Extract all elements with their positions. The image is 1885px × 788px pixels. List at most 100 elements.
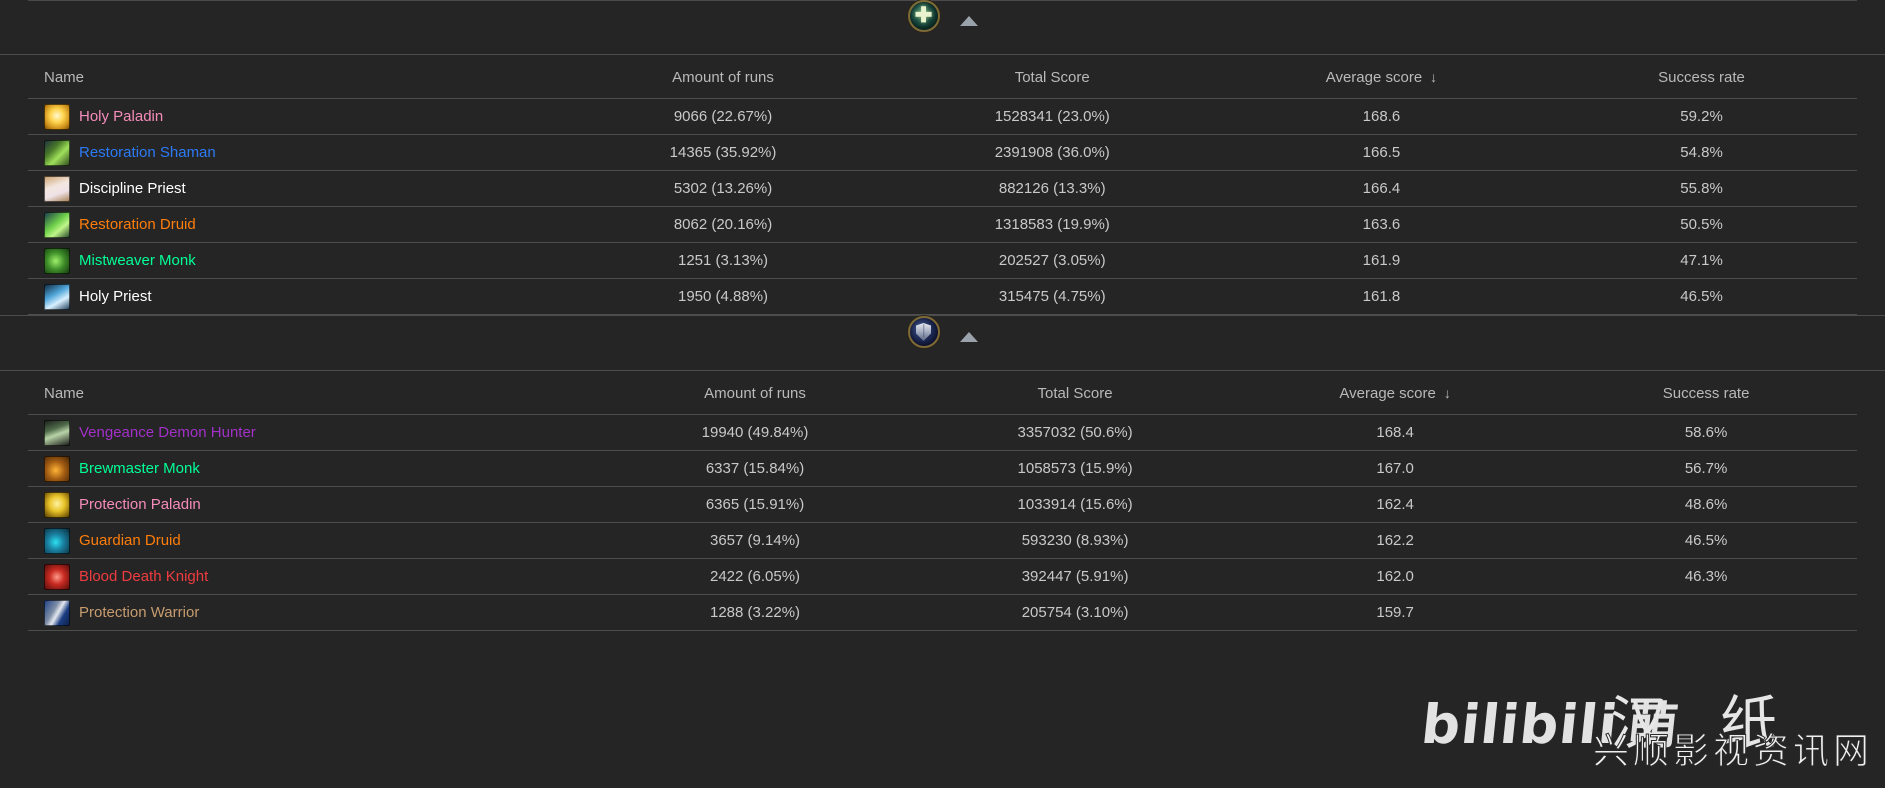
cell-amount-of-runs: 9066 (22.67%) [558, 98, 888, 135]
spec-icon-mistweaver-monk [44, 247, 70, 274]
column-header-amount-of-runs[interactable]: Amount of runs [594, 371, 916, 415]
spec-icon-blood-death-knight [44, 563, 70, 590]
cell-success-rate: 59.2% [1546, 98, 1857, 135]
table-row[interactable]: Protection Warrior 1288 (3.22%) 205754 (3.… [28, 594, 1857, 631]
column-header-name[interactable]: Name [28, 55, 559, 99]
spec-table-body-healer: Holy Paladin 9066 (22.67%) 1528341 (23.0%)… [28, 98, 1857, 315]
cell-amount-of-runs: 1950 (4.88%) [558, 278, 888, 315]
cell-success-rate: 50.5% [1546, 206, 1857, 243]
spec-name-link[interactable]: Holy Priest [79, 288, 152, 305]
spec-table-healer: Name Amount of runs Total Score Average … [28, 55, 1857, 315]
watermark-bilibili: bilibili萌 [1418, 686, 1685, 758]
spec-name-link[interactable]: Vengeance Demon Hunter [79, 424, 256, 441]
spec-name-link[interactable]: Protection Warrior [79, 604, 199, 621]
spec-name-link[interactable]: Restoration Druid [79, 216, 196, 233]
spec-name-link[interactable]: Blood Death Knight [79, 568, 208, 585]
cell-name: Holy Priest [28, 278, 559, 315]
column-header-total-score[interactable]: Total Score [915, 371, 1236, 415]
column-header-total-score[interactable]: Total Score [887, 55, 1217, 99]
spec-table-tank: Name Amount of runs Total Score Average … [28, 371, 1857, 631]
cell-name: Protection Paladin [28, 486, 595, 523]
spec-name-link[interactable]: Brewmaster Monk [79, 460, 200, 477]
watermark-bilibili-cn: 萌 [1624, 697, 1685, 755]
table-block-healer: Name Amount of runs Total Score Average … [0, 55, 1885, 315]
table-row[interactable]: Guardian Druid 3657 (9.14%) 593230 (8.93%)… [28, 522, 1857, 559]
cell-success-rate: 46.5% [1546, 278, 1857, 315]
spec-name-link[interactable]: Mistweaver Monk [79, 252, 196, 269]
role-section-tank: Name Amount of runs Total Score Average … [0, 315, 1885, 631]
table-row[interactable]: Vengeance Demon Hunter 19940 (49.84%) 3357… [28, 414, 1857, 451]
column-header-average-score[interactable]: Average score ↓ [1216, 55, 1547, 99]
cell-amount-of-runs: 6337 (15.84%) [594, 450, 916, 487]
table-row[interactable]: Restoration Druid 8062 (20.16%) 1318583 (1… [28, 206, 1857, 243]
cell-name: Discipline Priest [28, 170, 559, 207]
cell-success-rate: 55.8% [1546, 170, 1857, 207]
cell-average-score: 166.5 [1216, 134, 1547, 171]
cell-average-score: 162.0 [1235, 558, 1556, 595]
cell-average-score: 162.4 [1235, 486, 1556, 523]
cell-success-rate: 46.5% [1555, 522, 1857, 559]
spec-name-link[interactable]: Protection Paladin [79, 496, 201, 513]
cell-name: Brewmaster Monk [28, 450, 595, 487]
cell-total-score: 882126 (13.3%) [887, 170, 1217, 207]
cell-name: Restoration Shaman [28, 134, 559, 171]
cell-success-rate: 58.6% [1555, 414, 1857, 451]
collapse-caret-icon-tank[interactable] [959, 332, 978, 342]
table-header-row: Name Amount of runs Total Score Average … [28, 55, 1857, 99]
table-row[interactable]: Protection Paladin 6365 (15.91%) 1033914 (… [28, 486, 1857, 523]
table-row[interactable]: Mistweaver Monk 1251 (3.13%) 202527 (3.05%… [28, 242, 1857, 279]
column-header-success-rate[interactable]: Success rate [1546, 55, 1857, 99]
cell-name: Restoration Druid [28, 206, 559, 243]
cell-average-score: 159.7 [1235, 594, 1556, 631]
cell-average-score: 166.4 [1216, 170, 1547, 207]
column-header-name[interactable]: Name [28, 371, 595, 415]
column-header-average-score-label: Average score [1325, 69, 1423, 86]
column-header-success-rate[interactable]: Success rate [1555, 371, 1857, 415]
cell-amount-of-runs: 8062 (20.16%) [558, 206, 888, 243]
page-root: ✚ Name Amount of runs Total Score Averag… [0, 0, 1885, 788]
cell-average-score: 163.6 [1216, 206, 1547, 243]
table-row[interactable]: Discipline Priest 5302 (13.26%) 882126 (13… [28, 170, 1857, 207]
cell-amount-of-runs: 1251 (3.13%) [558, 242, 888, 279]
cell-success-rate: 46.3% [1555, 558, 1857, 595]
spec-icon-protection-warrior [44, 599, 70, 626]
table-row[interactable]: Brewmaster Monk 6337 (15.84%) 1058573 (15.… [28, 450, 1857, 487]
cell-total-score: 1528341 (23.0%) [887, 98, 1217, 135]
cell-success-rate: 47.1% [1546, 242, 1857, 279]
table-row[interactable]: Restoration Shaman 14365 (35.92%) 2391908 … [28, 134, 1857, 171]
cell-average-score: 168.6 [1216, 98, 1547, 135]
cell-total-score: 1318583 (19.9%) [887, 206, 1217, 243]
column-header-amount-of-runs[interactable]: Amount of runs [558, 55, 888, 99]
spec-icon-brewmaster-monk [44, 455, 70, 482]
table-row[interactable]: Holy Paladin 9066 (22.67%) 1528341 (23.0%)… [28, 98, 1857, 135]
collapse-caret-icon-healer[interactable] [959, 16, 978, 26]
watermark-cn-large: 汉纸 [1610, 689, 1831, 757]
tank-shield-icon[interactable] [907, 316, 940, 348]
spec-icon-restoration-shaman [44, 139, 70, 166]
spec-name-link[interactable]: Guardian Druid [79, 532, 181, 549]
spec-icon-guardian-druid [44, 527, 70, 554]
spec-icon-restoration-druid [44, 211, 70, 238]
table-row[interactable]: Blood Death Knight 2422 (6.05%) 392447 (5.… [28, 558, 1857, 595]
role-header-tank [0, 316, 1885, 370]
watermark-site-name: 兴顺影视资讯网 [1592, 731, 1874, 773]
sort-descending-arrow-icon: ↓ [1430, 69, 1438, 85]
cell-name: Mistweaver Monk [28, 242, 559, 279]
cell-name: Guardian Druid [28, 522, 595, 559]
spec-name-link[interactable]: Holy Paladin [79, 108, 163, 125]
table-header-row: Name Amount of runs Total Score Average … [28, 371, 1857, 415]
healer-plus-icon[interactable]: ✚ [907, 0, 940, 32]
cell-amount-of-runs: 19940 (49.84%) [594, 414, 916, 451]
column-header-average-score[interactable]: Average score ↓ [1235, 371, 1556, 415]
cell-amount-of-runs: 2422 (6.05%) [594, 558, 916, 595]
cell-name: Vengeance Demon Hunter [28, 414, 595, 451]
column-header-average-score-label: Average score [1339, 385, 1436, 402]
table-row[interactable]: Holy Priest 1950 (4.88%) 315475 (4.75%) 161… [28, 278, 1857, 315]
cell-total-score: 593230 (8.93%) [915, 522, 1236, 559]
spec-name-link[interactable]: Restoration Shaman [79, 144, 216, 161]
spec-name-link[interactable]: Discipline Priest [79, 180, 186, 197]
cell-amount-of-runs: 5302 (13.26%) [558, 170, 888, 207]
spec-table-body-tank: Vengeance Demon Hunter 19940 (49.84%) 3357… [28, 414, 1857, 631]
cell-success-rate: 56.7% [1555, 450, 1857, 487]
cell-amount-of-runs: 14365 (35.92%) [558, 134, 888, 171]
